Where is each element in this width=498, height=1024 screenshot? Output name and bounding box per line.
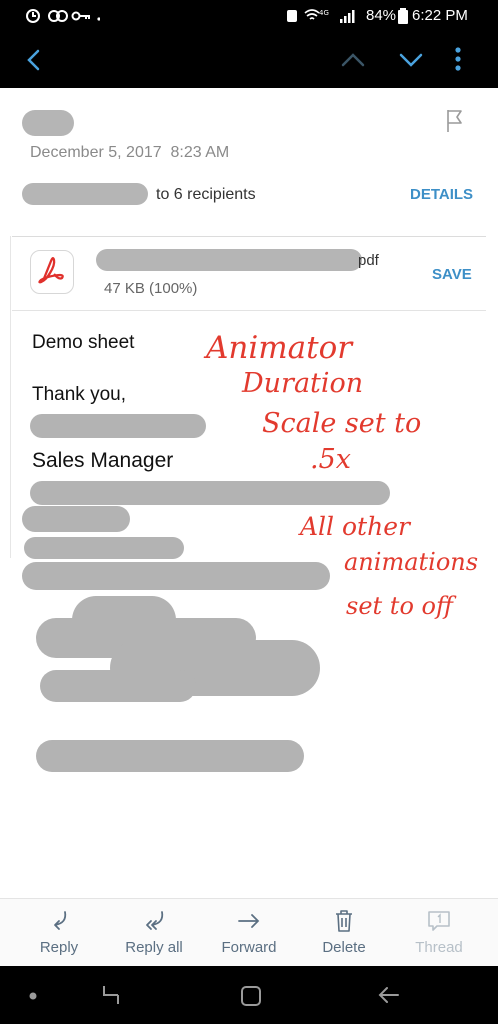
contact-line-redacted [30, 481, 390, 505]
reply-all-button[interactable]: Reply all [106, 899, 202, 967]
delete-label: Delete [322, 939, 366, 956]
battery-percent: 84% [366, 7, 397, 24]
status-icons-left [26, 9, 100, 23]
annotation-line-7: set to off [346, 592, 453, 620]
previous-email-icon[interactable] [340, 50, 366, 70]
forward-arrow-icon [238, 914, 260, 928]
reply-label: Reply [39, 939, 79, 956]
delete-button[interactable]: Delete [296, 899, 392, 967]
app-bar [0, 32, 498, 88]
annotation-line-3: Scale set to [262, 408, 422, 439]
status-bar: 4G 84% 6:22 PM [0, 0, 498, 32]
thread-button[interactable]: Thread [391, 899, 487, 967]
annotation-line-4: .5x [310, 444, 351, 475]
side-rule [10, 236, 11, 558]
header-divider [12, 236, 486, 237]
email-action-toolbar: Reply Reply all Forward Delete Thread [0, 898, 498, 967]
recipients-count: to 6 recipients [156, 186, 256, 203]
back-arrow-icon[interactable] [22, 48, 46, 72]
email-date-time: 8:23 AM [170, 144, 230, 161]
attachment-name-redacted [96, 249, 362, 271]
body-line-title: Sales Manager [32, 449, 174, 472]
nav-back-icon[interactable] [376, 984, 402, 1006]
reply-icon [54, 911, 67, 930]
annotation-line-1: Animator [206, 330, 353, 366]
reply-all-label: Reply all [125, 939, 183, 956]
attachment-extension: pdf [358, 252, 379, 269]
annotation-line-6: animations [344, 548, 479, 576]
annotation-line-5: All other [300, 512, 410, 541]
system-nav-bar [0, 966, 498, 1024]
status-icons-right: 4G [287, 9, 355, 23]
clock: 6:22 PM [412, 7, 468, 24]
svg-text:4G: 4G [319, 9, 329, 17]
thread-label: Thread [415, 939, 463, 956]
body-line-thank-you: Thank you, [32, 384, 126, 405]
acrobat-icon [38, 257, 64, 284]
trash-icon [336, 910, 352, 932]
annotation-line-2: Duration [242, 368, 364, 399]
contact-line-redacted-3 [24, 537, 184, 559]
body-line-demo-sheet: Demo sheet [32, 332, 135, 353]
forward-button[interactable]: Forward [201, 899, 297, 967]
home-icon[interactable] [238, 983, 264, 1009]
more-options-icon[interactable] [452, 46, 464, 72]
logo-redacted-4 [40, 670, 196, 702]
sender-name-redacted [22, 110, 74, 136]
forward-label: Forward [221, 939, 277, 956]
signature-name-redacted [30, 414, 206, 438]
email-date: December 5, 2017 8:23 AM [30, 144, 229, 162]
flag-icon[interactable] [444, 108, 466, 134]
battery-icon [398, 8, 408, 24]
recents-icon[interactable] [98, 982, 124, 1008]
reply-all-icon [146, 911, 164, 930]
email-date-day: December 5, 2017 [30, 144, 162, 161]
sender-chip-redacted [22, 183, 148, 205]
nav-dot-icon[interactable] [28, 991, 38, 1001]
footer-line-redacted [36, 740, 304, 772]
attachment-divider [12, 310, 486, 311]
save-attachment-button[interactable]: SAVE [432, 266, 472, 283]
details-button[interactable]: DETAILS [410, 186, 473, 203]
pdf-file-icon[interactable] [30, 250, 74, 294]
thread-icon [428, 911, 450, 931]
reply-button[interactable]: Reply [11, 899, 107, 967]
contact-line-redacted-4 [22, 562, 330, 590]
attachment-size: 47 KB (100%) [104, 280, 198, 297]
next-email-icon[interactable] [398, 50, 424, 70]
contact-line-redacted-2 [22, 506, 130, 532]
